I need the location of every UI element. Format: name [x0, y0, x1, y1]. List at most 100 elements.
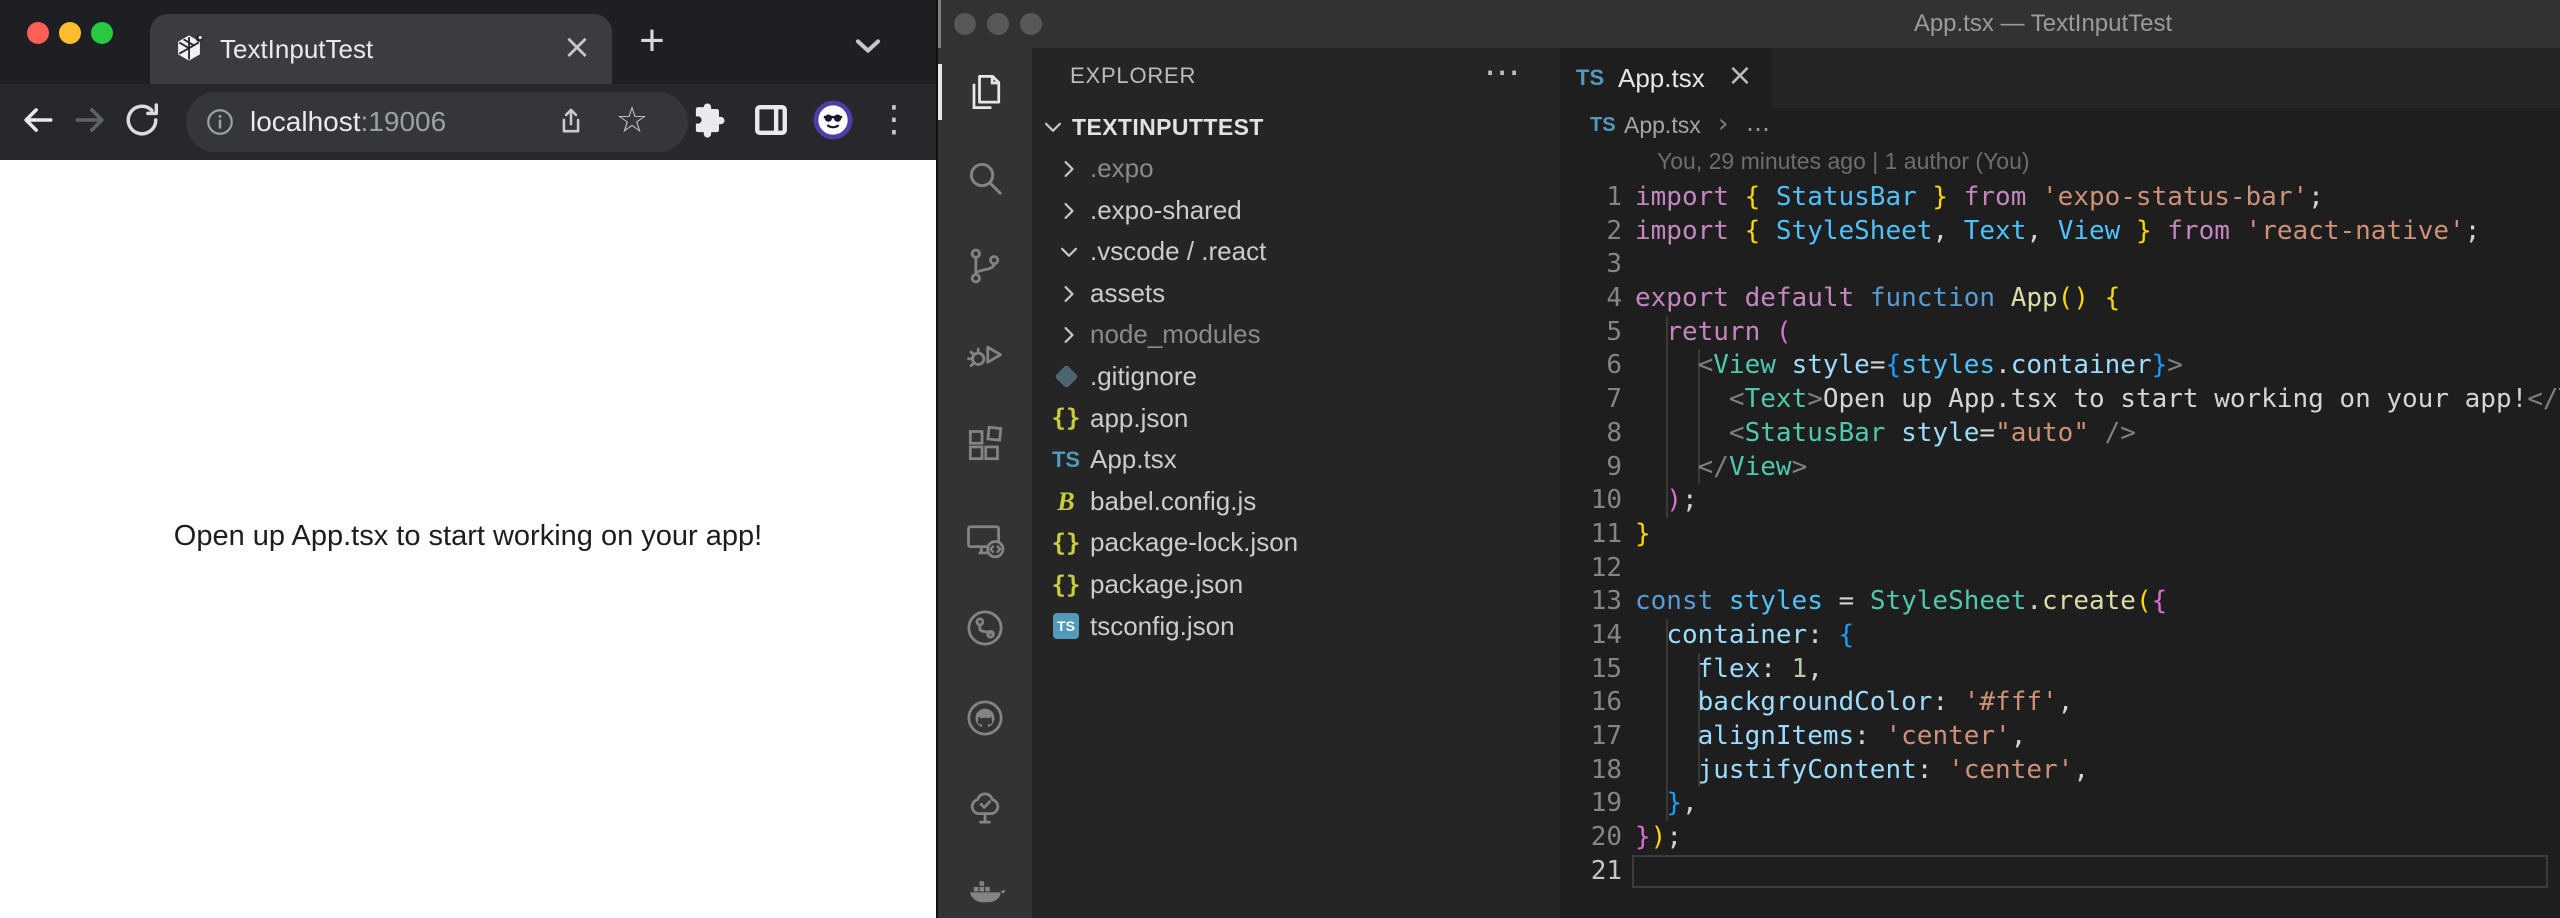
screen: TextInputTest × + localhost:19006 ☆ ⋮ Op… [0, 0, 2560, 918]
url-bar[interactable]: localhost:19006 ☆ [186, 92, 688, 152]
code-line-8[interactable]: 8 <StatusBar style="auto" /> [1560, 416, 2560, 451]
file-label: package.json [1090, 568, 1244, 599]
code-line-19[interactable]: 19 }, [1560, 787, 2560, 822]
traffic-light-minimize-inactive[interactable] [987, 13, 1009, 35]
explorer-item-app.json[interactable]: {} app.json [1032, 398, 1560, 440]
code-line-10[interactable]: 10 ); [1560, 484, 2560, 518]
expo-cube-favicon-icon [172, 32, 206, 66]
tab-app-tsx[interactable]: TS App.tsx × [1560, 48, 1772, 108]
docker-icon[interactable] [963, 868, 1007, 912]
git-graph-icon[interactable] [963, 606, 1007, 650]
explorer-icon[interactable] [963, 70, 1007, 114]
file-label: tsconfig.json [1090, 610, 1235, 641]
tsconfig-file-icon: TS [1048, 606, 1084, 648]
breadcrumb-file[interactable]: App.tsx [1624, 108, 1701, 144]
code-text: import { StatusBar } from 'expo-status-b… [1635, 182, 2324, 212]
code-line-12[interactable]: 12 [1560, 552, 2560, 586]
code-line-3[interactable]: 3 [1560, 248, 2560, 282]
share-icon[interactable] [554, 105, 588, 139]
editor-tab-label: App.tsx [1618, 63, 1705, 93]
line-number: 6 [1606, 350, 1622, 381]
explorer-item-package-lock.json[interactable]: {} package-lock.json [1032, 522, 1560, 564]
code-area[interactable]: 1 import { StatusBar } from 'expo-status-… [1560, 181, 2560, 889]
explorer-more-actions-icon[interactable]: ⋯ [1472, 48, 1532, 104]
new-tab-button[interactable]: + [628, 19, 676, 67]
chevron-right-icon [1054, 154, 1084, 184]
traffic-light-zoom[interactable] [91, 22, 113, 44]
side-panel-icon[interactable] [749, 98, 793, 142]
traffic-light-minimize[interactable] [59, 22, 81, 44]
browser-toolbar: localhost:19006 ☆ ⋮ [0, 84, 936, 160]
explorer-item-.vscode-.react[interactable]: .vscode / .react [1032, 231, 1560, 273]
extensions-puzzle-icon[interactable] [686, 98, 730, 142]
traffic-light-close[interactable] [27, 22, 49, 44]
json-file-icon: {} [1051, 570, 1081, 599]
line-number: 1 [1606, 182, 1622, 212]
back-button[interactable] [16, 98, 60, 142]
code-line-16[interactable]: 16 backgroundColor: '#fff', [1560, 686, 2560, 720]
bookmark-star-icon[interactable]: ☆ [610, 92, 654, 152]
explorer-item-package.json[interactable]: {} package.json [1032, 564, 1560, 606]
code-line-20[interactable]: 20}); [1560, 821, 2560, 855]
file-label: node_modules [1090, 319, 1261, 350]
explorer-item-babel.config.js[interactable]: Bbabel.config.js [1032, 481, 1560, 523]
current-line-highlight [1632, 854, 2548, 889]
code-line-11[interactable]: 11} [1560, 518, 2560, 552]
workspace-root-row[interactable]: TEXTINPUTTEST [1032, 106, 1560, 148]
file-label: .vscode / .react [1090, 236, 1267, 267]
line-number: 15 [1590, 653, 1622, 684]
forward-button[interactable] [68, 98, 112, 142]
explorer-item-tsconfig.json[interactable]: TS tsconfig.json [1032, 606, 1560, 648]
reload-button[interactable] [120, 98, 164, 142]
tab-search-chevron-icon[interactable] [846, 24, 890, 68]
explorer-item-node-modules[interactable]: node_modules [1032, 314, 1560, 356]
profile-avatar[interactable] [811, 98, 855, 142]
code-line-15[interactable]: 15 flex: 1, [1560, 652, 2560, 687]
traffic-light-zoom-inactive[interactable] [1020, 13, 1042, 35]
code-line-7[interactable]: 7 <Text>Open up App.tsx to start working… [1560, 383, 2560, 417]
source-control-icon[interactable] [963, 244, 1007, 288]
tab-close-icon[interactable]: × [552, 14, 602, 84]
line-number: 16 [1590, 687, 1622, 718]
git-file-icon [1048, 356, 1084, 398]
code-line-17[interactable]: 17 alignItems: 'center', [1560, 720, 2560, 754]
editor-tab-close-icon[interactable]: × [1718, 48, 1762, 108]
vscode-titlebar[interactable]: App.tsx — TextInputTest [938, 0, 2560, 48]
code-line-1[interactable]: 1 import { StatusBar } from 'expo-status-… [1560, 181, 2560, 215]
code-text: }); [1635, 822, 1682, 853]
code-line-14[interactable]: 14 container: { [1560, 618, 2560, 653]
active-view-indicator [938, 64, 942, 120]
explorer-item-.gitignore[interactable]: .gitignore [1032, 356, 1560, 398]
extensions-icon[interactable] [963, 422, 1007, 466]
site-info-icon[interactable] [204, 106, 236, 138]
search-icon[interactable] [963, 156, 1007, 200]
chevron-right-icon [1054, 279, 1084, 309]
line-number: 3 [1606, 249, 1622, 280]
remote-explorer-icon[interactable] [963, 518, 1007, 562]
explorer-item-.expo-shared[interactable]: .expo-shared [1032, 190, 1560, 232]
browser-tab[interactable]: TextInputTest × [150, 14, 612, 84]
code-line-6[interactable]: 6 <View style={styles.container}> [1560, 349, 2560, 384]
code-line-2[interactable]: 2 import { StyleSheet, Text, View } from … [1560, 215, 2560, 249]
code-line-4[interactable]: 4 export default function App() { [1560, 282, 2560, 316]
breadcrumb-separator-icon: › [1718, 109, 1729, 139]
code-line-5[interactable]: 5 return ( [1560, 315, 2560, 350]
traffic-light-close-inactive[interactable] [954, 13, 976, 35]
explorer-item-assets[interactable]: assets [1032, 273, 1560, 315]
run-debug-icon[interactable] [963, 332, 1007, 376]
workspace-root-label: TEXTINPUTTEST [1072, 114, 1264, 140]
github-icon[interactable] [963, 696, 1007, 740]
code-line-21[interactable]: 21 [1560, 854, 2560, 889]
explorer-item-app.tsx[interactable]: TS App.tsx [1032, 439, 1560, 481]
explorer-item-.expo[interactable]: .expo [1032, 148, 1560, 190]
file-label: .gitignore [1090, 360, 1197, 391]
code-line-13[interactable]: 13 const styles = StyleSheet.create({ [1560, 585, 2560, 619]
breadcrumb-symbol[interactable]: … [1746, 108, 1770, 144]
todo-tree-icon[interactable] [963, 786, 1007, 830]
breadcrumb[interactable]: TS App.tsx › … [1560, 108, 2560, 144]
code-line-9[interactable]: 9 </View> [1560, 450, 2560, 485]
browser-menu-kebab-icon[interactable]: ⋮ [872, 98, 916, 142]
code-line-18[interactable]: 18 justifyContent: 'center', [1560, 753, 2560, 788]
url-address[interactable]: localhost:19006 [250, 92, 446, 152]
file-label: .expo-shared [1090, 194, 1242, 225]
